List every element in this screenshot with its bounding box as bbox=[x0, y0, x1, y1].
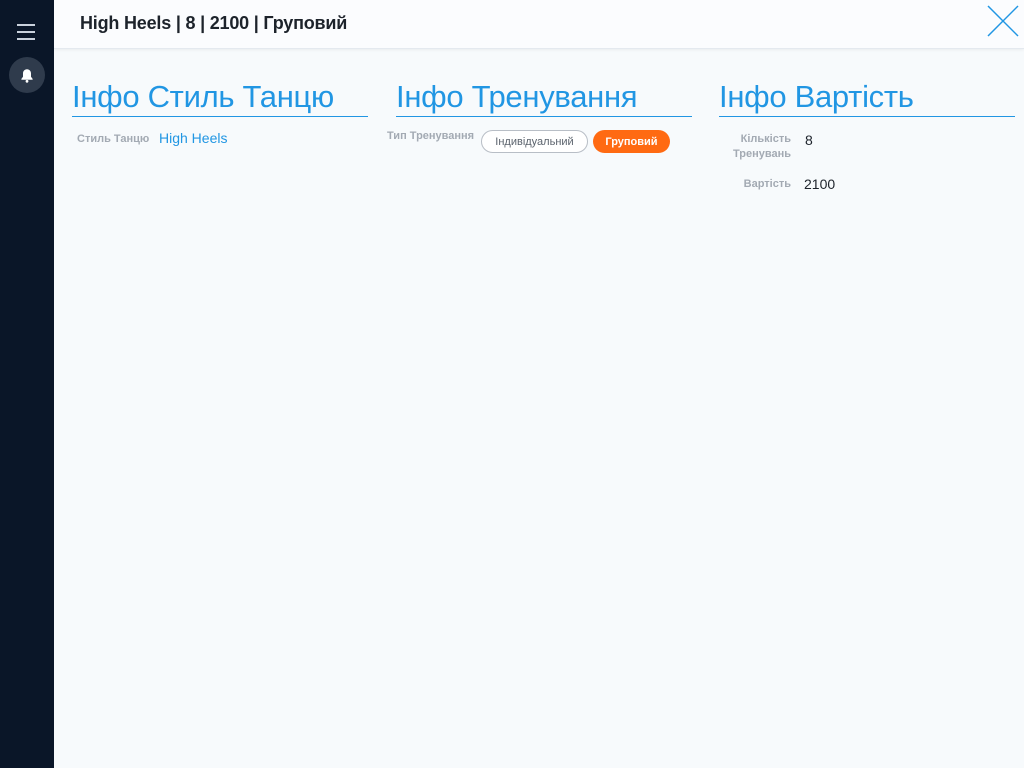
page-title: High Heels | 8 | 2100 | Груповий bbox=[80, 13, 348, 33]
sidebar bbox=[0, 0, 54, 768]
group-option-button[interactable]: Груповий bbox=[593, 130, 670, 153]
dance-style-section: Інфо Стиль Танцю Стиль Танцю High Heels bbox=[72, 78, 368, 177]
training-count-value: 8 bbox=[805, 132, 813, 148]
individual-option-button[interactable]: Індивідуальний bbox=[481, 130, 588, 153]
price-value: 2100 bbox=[804, 176, 836, 192]
bell-icon bbox=[21, 68, 33, 83]
notifications-button[interactable] bbox=[9, 57, 45, 93]
price-section-title: Інфо Вартість bbox=[719, 78, 1015, 117]
dance-style-value[interactable]: High Heels bbox=[159, 130, 227, 146]
training-type-label: Тип Тренування bbox=[387, 130, 475, 142]
training-section: Інфо Тренування Тип Тренування Індивідуа… bbox=[387, 78, 692, 177]
training-count-label: Кількість Тренувань bbox=[732, 133, 791, 160]
training-section-title: Інфо Тренування bbox=[396, 78, 692, 117]
price-label: Вартість bbox=[743, 178, 791, 190]
hamburger-menu-icon[interactable] bbox=[17, 24, 37, 40]
dance-style-label: Стиль Танцю bbox=[77, 133, 150, 145]
close-icon[interactable] bbox=[986, 4, 1020, 38]
dance-style-section-title: Інфо Стиль Танцю bbox=[72, 78, 368, 117]
header: High Heels | 8 | 2100 | Груповий bbox=[54, 0, 1024, 49]
price-section: Інфо Вартість Кількість Тренувань 8 Варт… bbox=[719, 78, 1015, 217]
